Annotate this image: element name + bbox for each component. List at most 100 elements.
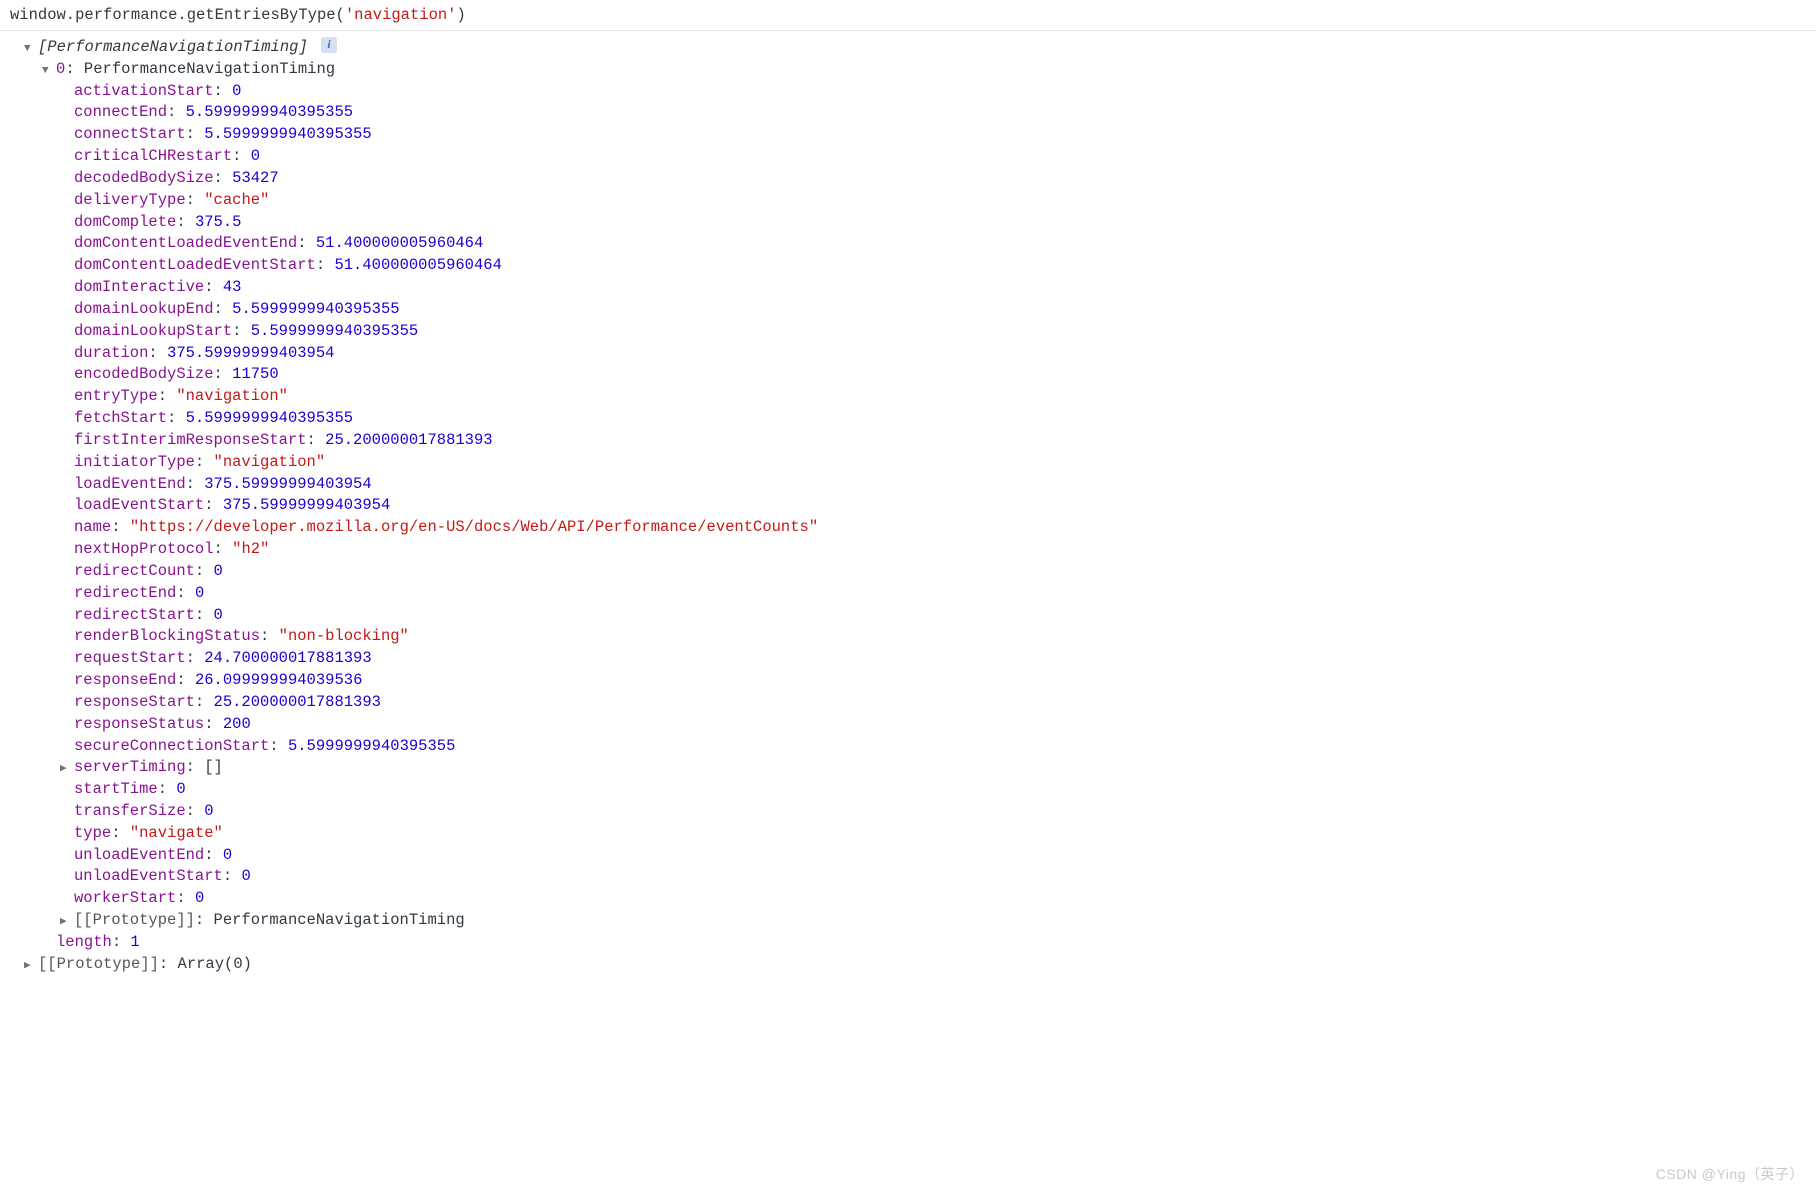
prop-value: 375.5 [195, 213, 242, 231]
input-code: window.performance.getEntriesByType('nav… [10, 6, 466, 24]
prop-row-domainlookupend[interactable]: domainLookupEnd: 5.5999999940395355 [24, 299, 1806, 321]
info-icon[interactable]: i [321, 37, 337, 53]
prop-value: 5.5999999940395355 [232, 300, 399, 318]
prop-row-responseend[interactable]: responseEnd: 26.099999994039536 [24, 670, 1806, 692]
prop-row-decodedbodysize[interactable]: decodedBodySize: 53427 [24, 168, 1806, 190]
prop-row-type[interactable]: type: "navigate" [24, 823, 1806, 845]
prop-value: "cache" [204, 191, 269, 209]
prop-key: domComplete [74, 213, 176, 231]
prop-value: "h2" [232, 540, 269, 558]
prop-row-servertiming[interactable]: serverTiming: [] [24, 757, 1806, 779]
prop-row-prototype[interactable]: [[Prototype]]: PerformanceNavigationTimi… [24, 910, 1806, 932]
expand-toggle-icon[interactable] [60, 762, 74, 776]
prop-row-secureconnectionstart[interactable]: secureConnectionStart: 5.599999994039535… [24, 736, 1806, 758]
prop-row-criticalchrestart[interactable]: criticalCHRestart: 0 [24, 146, 1806, 168]
prop-row-domcontentloadedeventstart[interactable]: domContentLoadedEventStart: 51.400000005… [24, 255, 1806, 277]
prop-value: 43 [223, 278, 242, 296]
prop-row-fetchstart[interactable]: fetchStart: 5.5999999940395355 [24, 408, 1806, 430]
prop-value: 51.400000005960464 [334, 256, 501, 274]
prop-value: 0 [214, 562, 223, 580]
prop-key: startTime [74, 780, 158, 798]
length-row[interactable]: length: 1 [24, 932, 1806, 954]
array-item-0-header[interactable]: 0: PerformanceNavigationTiming [24, 59, 1806, 81]
prop-key: decodedBodySize [74, 169, 214, 187]
prop-value: 375.59999999403954 [204, 475, 371, 493]
prop-row-dominteractive[interactable]: domInteractive: 43 [24, 277, 1806, 299]
prop-value: 5.5999999940395355 [186, 103, 353, 121]
prop-key: responseStart [74, 693, 195, 711]
prop-row-domcomplete[interactable]: domComplete: 375.5 [24, 212, 1806, 234]
prop-row-renderblockingstatus[interactable]: renderBlockingStatus: "non-blocking" [24, 626, 1806, 648]
item-type-name: PerformanceNavigationTiming [84, 60, 335, 78]
prop-value: 53427 [232, 169, 279, 187]
prop-value: 0 [176, 780, 185, 798]
prop-key: redirectEnd [74, 584, 176, 602]
prop-key: domInteractive [74, 278, 204, 296]
prop-key: transferSize [74, 802, 186, 820]
prop-row-workerstart[interactable]: workerStart: 0 [24, 888, 1806, 910]
prop-row-unloadeventend[interactable]: unloadEventEnd: 0 [24, 845, 1806, 867]
prop-row-redirectend[interactable]: redirectEnd: 0 [24, 583, 1806, 605]
expand-toggle-icon[interactable] [24, 42, 38, 56]
prop-value: 25.200000017881393 [214, 693, 381, 711]
prop-value: 0 [195, 584, 204, 602]
console-result: [PerformanceNavigationTiming] i 0: Perfo… [0, 31, 1816, 996]
prop-row-loadeventend[interactable]: loadEventEnd: 375.59999999403954 [24, 474, 1806, 496]
prop-row-redirectstart[interactable]: redirectStart: 0 [24, 605, 1806, 627]
prop-row-loadeventstart[interactable]: loadEventStart: 375.59999999403954 [24, 495, 1806, 517]
console-input-echo: window.performance.getEntriesByType('nav… [0, 0, 1816, 31]
prop-value: 24.700000017881393 [204, 649, 371, 667]
prop-row-transfersize[interactable]: transferSize: 0 [24, 801, 1806, 823]
expand-toggle-icon[interactable] [60, 915, 74, 929]
prop-value: 5.5999999940395355 [288, 737, 455, 755]
prop-value: 0 [232, 82, 241, 100]
prop-row-activationstart[interactable]: activationStart: 0 [24, 81, 1806, 103]
prop-row-duration[interactable]: duration: 375.59999999403954 [24, 343, 1806, 365]
prop-row-entrytype[interactable]: entryType: "navigation" [24, 386, 1806, 408]
prop-row-connectstart[interactable]: connectStart: 5.5999999940395355 [24, 124, 1806, 146]
prop-value: PerformanceNavigationTiming [214, 911, 465, 929]
prop-value: 5.5999999940395355 [251, 322, 418, 340]
prop-key: unloadEventEnd [74, 846, 204, 864]
prop-row-responsestatus[interactable]: responseStatus: 200 [24, 714, 1806, 736]
prop-value: 0 [251, 147, 260, 165]
prop-key: redirectStart [74, 606, 195, 624]
prop-row-redirectcount[interactable]: redirectCount: 0 [24, 561, 1806, 583]
prop-row-requeststart[interactable]: requestStart: 24.700000017881393 [24, 648, 1806, 670]
prop-row-responsestart[interactable]: responseStart: 25.200000017881393 [24, 692, 1806, 714]
prop-key: firstInterimResponseStart [74, 431, 307, 449]
prop-row-deliverytype[interactable]: deliveryType: "cache" [24, 190, 1806, 212]
prop-key: workerStart [74, 889, 176, 907]
index-label: 0 [56, 60, 65, 78]
prop-row-name[interactable]: name: "https://developer.mozilla.org/en-… [24, 517, 1806, 539]
prop-row-domainlookupstart[interactable]: domainLookupStart: 5.5999999940395355 [24, 321, 1806, 343]
prop-key: duration [74, 344, 148, 362]
prop-value: 0 [204, 802, 213, 820]
prop-row-encodedbodysize[interactable]: encodedBodySize: 11750 [24, 364, 1806, 386]
prop-row-domcontentloadedeventend[interactable]: domContentLoadedEventEnd: 51.40000000596… [24, 233, 1806, 255]
prop-key: initiatorType [74, 453, 195, 471]
prop-value: 26.099999994039536 [195, 671, 362, 689]
result-array-header[interactable]: [PerformanceNavigationTiming] i [24, 37, 1806, 59]
array-prototype-row[interactable]: [[Prototype]]: Array(0) [24, 954, 1806, 976]
prop-key: criticalCHRestart [74, 147, 232, 165]
prop-row-initiatortype[interactable]: initiatorType: "navigation" [24, 452, 1806, 474]
prop-value: 51.400000005960464 [316, 234, 483, 252]
expand-toggle-icon[interactable] [24, 959, 38, 973]
prop-key: domainLookupStart [74, 322, 232, 340]
expand-toggle-icon[interactable] [42, 64, 56, 78]
prop-value: 0 [241, 867, 250, 885]
prop-key: loadEventEnd [74, 475, 186, 493]
prop-key: connectEnd [74, 103, 167, 121]
prop-row-nexthopprotocol[interactable]: nextHopProtocol: "h2" [24, 539, 1806, 561]
prop-value: "navigation" [176, 387, 288, 405]
prop-row-unloadeventstart[interactable]: unloadEventStart: 0 [24, 866, 1806, 888]
prop-row-connectend[interactable]: connectEnd: 5.5999999940395355 [24, 102, 1806, 124]
watermark: CSDN @Ying（英子） [1656, 1164, 1804, 1184]
prop-value: "navigate" [130, 824, 223, 842]
prop-key: domContentLoadedEventEnd [74, 234, 297, 252]
prop-value: 0 [195, 889, 204, 907]
array-type-name: [PerformanceNavigationTiming] [38, 38, 308, 58]
prop-row-firstinterimresponsestart[interactable]: firstInterimResponseStart: 25.2000000178… [24, 430, 1806, 452]
prop-row-starttime[interactable]: startTime: 0 [24, 779, 1806, 801]
